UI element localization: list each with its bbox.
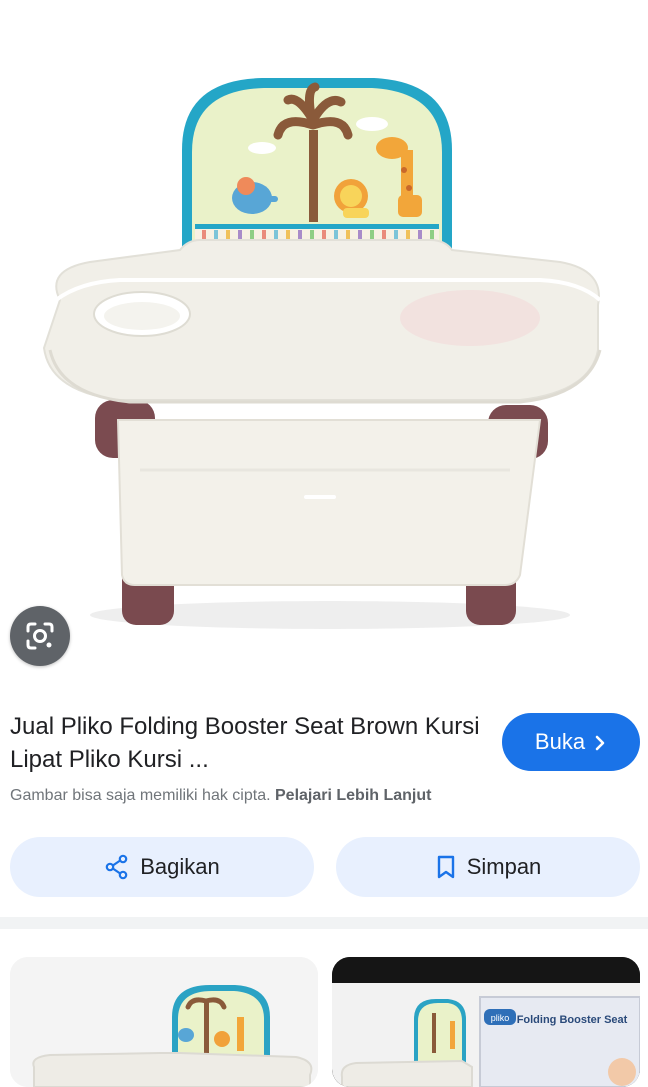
share-icon: [105, 854, 128, 880]
copyright-notice: Gambar bisa saja memiliki hak cipta. Pel…: [10, 787, 431, 805]
share-label: Bagikan: [140, 854, 220, 879]
section-divider: [0, 917, 648, 929]
chevron-right-icon: [595, 735, 605, 750]
open-button[interactable]: Buka: [502, 713, 640, 771]
main-product-image[interactable]: [0, 0, 648, 690]
lens-search-button[interactable]: [10, 606, 70, 666]
box-brand-text: pliko: [491, 1013, 510, 1023]
related-image-1[interactable]: [10, 957, 318, 1087]
share-button[interactable]: Bagikan: [10, 837, 314, 897]
bookmark-icon: [437, 855, 454, 879]
save-label: Simpan: [466, 854, 542, 879]
open-button-label: Buka: [534, 729, 586, 754]
lens-icon: [26, 622, 54, 650]
result-title[interactable]: Jual Pliko Folding Booster Seat Brown Ku…: [10, 710, 490, 776]
save-button[interactable]: Simpan: [336, 837, 640, 897]
box-title-text: Folding Booster Seat: [517, 1014, 628, 1026]
learn-more-link[interactable]: Pelajari Lebih Lanjut: [275, 787, 431, 804]
copyright-text: Gambar bisa saja memiliki hak cipta.: [10, 787, 271, 804]
related-image-2[interactable]: pliko Folding Booster Seat: [332, 957, 640, 1087]
